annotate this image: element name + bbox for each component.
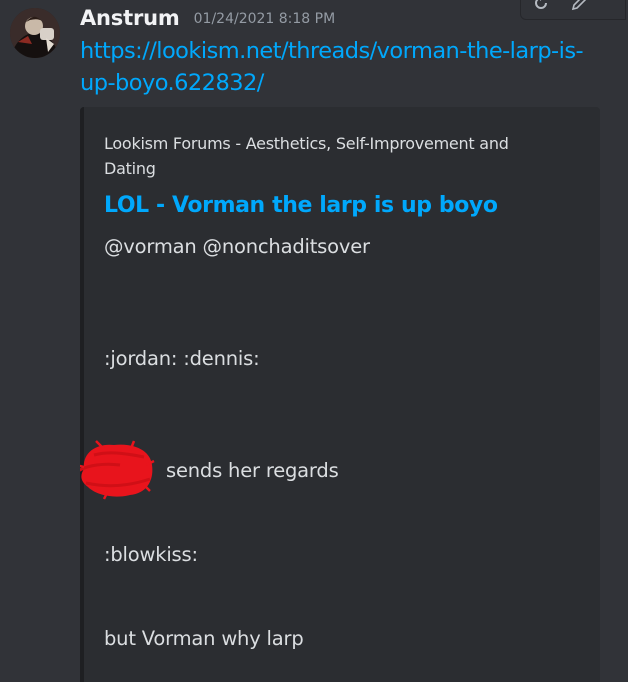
embed-title[interactable]: LOL - Vorman the larp is up boyo [104, 193, 498, 218]
chat-message: Anstrum 01/24/2021 8:18 PM https://looki… [0, 0, 628, 682]
embed-description-line: :blowkiss: [104, 543, 198, 566]
message-header: Anstrum 01/24/2021 8:18 PM [80, 6, 335, 32]
link-embed: Lookism Forums - Aesthetics, Self-Improv… [80, 107, 600, 682]
edit-icon[interactable] [571, 0, 587, 15]
embed-description-line: but Vorman why larp [104, 627, 304, 650]
embed-provider[interactable]: Lookism Forums - Aesthetics, Self-Improv… [104, 131, 544, 181]
user-avatar[interactable] [10, 8, 60, 58]
avatar-image [10, 8, 60, 58]
embed-description-line: :jordan: :dennis: [104, 347, 260, 370]
message-link[interactable]: https://lookism.net/threads/vorman-the-l… [80, 35, 600, 99]
timestamp: 01/24/2021 8:18 PM [193, 11, 336, 27]
embed-description-line: @vorman @nonchaditsover [104, 235, 370, 258]
embed-description-line: sends her regards [166, 459, 339, 482]
refresh-icon[interactable] [533, 0, 549, 15]
message-hover-toolbar [520, 0, 626, 20]
embed-accent-bar [80, 107, 84, 682]
redaction-scribble [80, 435, 160, 507]
username[interactable]: Anstrum [80, 6, 180, 30]
